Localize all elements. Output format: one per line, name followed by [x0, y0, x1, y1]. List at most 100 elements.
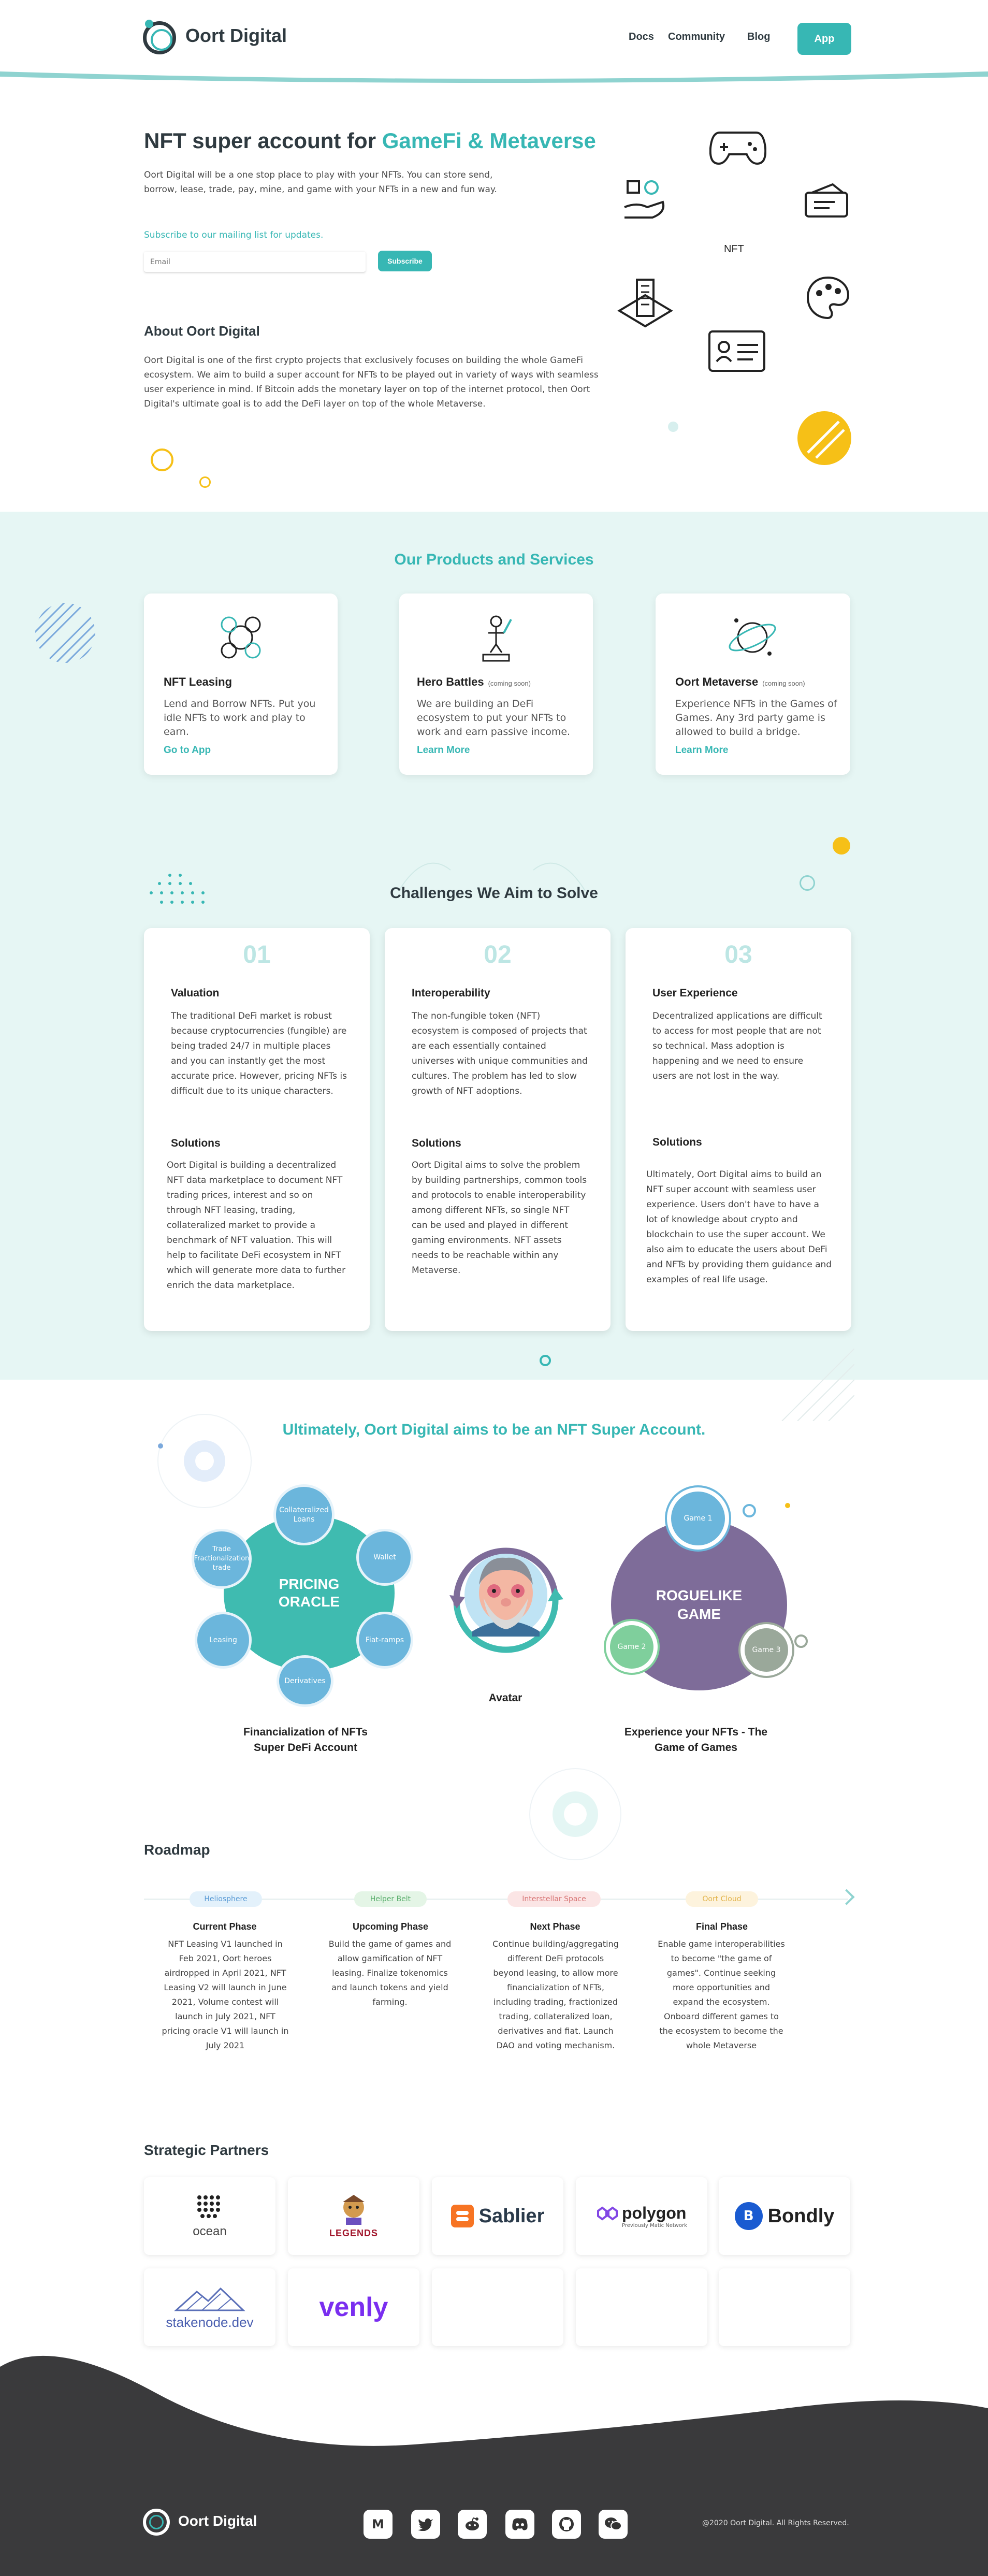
hero-description: Oort Digital will be a one stop place to… [144, 170, 497, 195]
phase-title: Final Phase [695, 1921, 748, 1932]
partner-legends[interactable]: LEGENDS [288, 2177, 419, 2255]
challenge-title: Interoperability [412, 987, 490, 999]
leasing-icon [221, 616, 261, 659]
phase-title: Next Phase [530, 1921, 580, 1932]
ticket-icon [805, 183, 848, 218]
footer-brand: Oort Digital [178, 2513, 257, 2529]
product-card-oort-metaverse: Oort Metaverse (coming soon) Experience N… [656, 594, 850, 775]
phase-title: Upcoming Phase [352, 1921, 429, 1932]
partner-polygon[interactable]: polygon Previously Matic Network [576, 2177, 707, 2255]
oracle-node-leasing: Leasing [195, 1612, 252, 1669]
oracle-node-wallet: Wallet [356, 1529, 413, 1586]
medium-icon[interactable]: M [364, 2510, 393, 2539]
phase-text: NFT Leasing V1 launched in Feb 2021, Oor… [162, 1939, 289, 2050]
challenge-card-interoperability: 02 Interoperability The non-fungible tok… [385, 928, 611, 1331]
challenge-title: User Experience [652, 987, 738, 999]
partner-name: venly [319, 2292, 388, 2322]
challenge-text: The non-fungible token (NFT) ecosystem i… [412, 1011, 588, 1096]
pricing-oracle-diagram: PRICING ORACLE Collateralized Loans Wall… [192, 1484, 425, 1707]
discord-icon[interactable] [505, 2510, 534, 2539]
legends-character-icon [342, 2194, 365, 2225]
learn-more-link[interactable]: Learn More [417, 745, 470, 756]
brand-name: Oort Digital [185, 25, 287, 46]
challenges-title: Challenges We Aim to Solve [390, 885, 598, 902]
solutions-label: Solutions [652, 1136, 702, 1148]
email-input[interactable] [144, 252, 366, 272]
challenge-card-user-experience: 03 User Experience Decentralized applica… [626, 928, 851, 1331]
partner-subtitle: Previously Matic Network [621, 2223, 688, 2228]
ocean-logo-icon [197, 2195, 220, 2218]
product-desc: We are building an DeFi ecosystem to put… [417, 698, 571, 737]
partner-sablier[interactable]: Sablier [432, 2177, 563, 2255]
about-title: About Oort Digital [144, 323, 260, 339]
solution-text: Oort Digital aims to solve the problem b… [412, 1160, 587, 1276]
hand-coins-icon [624, 180, 664, 219]
oracle-node-derivatives: Derivatives [277, 1655, 333, 1707]
product-card-hero-battles: Hero Battles (coming soon) We are buildin… [399, 594, 593, 775]
partner-placeholder [719, 2268, 850, 2346]
go-to-app-link[interactable]: Go to App [164, 745, 211, 756]
partner-stakenode[interactable]: stakenode.dev [144, 2268, 275, 2346]
solution-text: Oort Digital is building a decentralized… [167, 1160, 346, 1291]
game-node-2: Game 2 [606, 1621, 658, 1673]
product-title: Hero Battles (coming soon) [417, 675, 531, 688]
partner-venly[interactable]: venly [288, 2268, 419, 2346]
sablier-logo-icon [451, 2205, 474, 2227]
partner-ocean[interactable]: ocean [144, 2177, 275, 2255]
oracle-caption: Financialization of NFTs Super DeFi Acco… [243, 1726, 368, 1754]
nav-blog[interactable]: Blog [747, 31, 770, 43]
deco-circle [199, 476, 211, 488]
deco-hatched-circle [35, 603, 95, 663]
mailing-text: Subscribe to our mailing list for update… [144, 230, 324, 240]
deco-ring-circle [529, 1768, 621, 1860]
planet-icon [729, 618, 776, 656]
product-card-nft-leasing: NFT Leasing Lend and Borrow NFTs. Put yo… [144, 594, 338, 775]
subscribe-button[interactable]: Subscribe [378, 251, 432, 271]
oracle-node-trade-fractionalization: Trade Fractionalization trade [192, 1529, 252, 1589]
copyright-text: @2020 Oort Digital. All Rights Reserved. [702, 2519, 849, 2527]
game-diagram: ROGUELIKE GAME Game 1 Game 2 Game 3 [606, 1481, 823, 1694]
partner-placeholder [432, 2268, 563, 2346]
footer-logo[interactable]: Oort Digital [143, 2508, 278, 2539]
challenge-number: 01 [243, 941, 271, 968]
game-node-3: Game 3 [740, 1624, 792, 1676]
deco-lines [781, 1349, 854, 1421]
product-title: Oort Metaverse (coming soon) [675, 675, 805, 688]
game-caption: Experience your NFTs - The Game of Games [624, 1726, 768, 1754]
oracle-node-collateralized-loans: Collateralized Loans [273, 1484, 335, 1545]
nft-label: NFT [724, 243, 744, 255]
footer-wave [0, 2355, 988, 2576]
github-icon[interactable] [552, 2510, 581, 2539]
bondly-logo-icon: B [734, 2202, 763, 2230]
roadmap-title: Roadmap [144, 1842, 210, 1858]
building-icon [617, 279, 673, 328]
avatar-illustration [449, 1547, 563, 1653]
solution-text: Ultimately, Oort Digital aims to build a… [646, 1169, 832, 1285]
challenge-number: 03 [724, 941, 752, 968]
nav-community[interactable]: Community [668, 31, 725, 43]
roadmap-arrow-icon[interactable] [838, 1889, 855, 1905]
deco-circle [540, 1355, 551, 1366]
avatar-caption: Avatar [488, 1692, 522, 1704]
partner-bondly[interactable]: B Bondly [719, 2177, 850, 2255]
coming-soon-badge: (coming soon) [762, 679, 805, 687]
partner-name: stakenode.dev [166, 2314, 254, 2330]
phase-pill-helper-belt: Helper Belt [354, 1891, 427, 1907]
learn-more-link[interactable]: Learn More [675, 745, 728, 756]
challenge-text: Decentralized applications are difficult… [652, 1011, 822, 1081]
logo[interactable]: Oort Digital [143, 20, 309, 56]
challenge-card-valuation: 01 Valuation The traditional DeFi market… [144, 928, 370, 1331]
twitter-icon[interactable] [411, 2510, 440, 2539]
solutions-label: Solutions [171, 1137, 221, 1149]
partner-name: LEGENDS [329, 2227, 378, 2238]
reddit-icon[interactable] [458, 2510, 487, 2539]
wechat-icon[interactable] [599, 2510, 628, 2539]
deco-circle [151, 448, 173, 471]
partner-placeholder [576, 2268, 707, 2346]
phase-title: Current Phase [193, 1921, 257, 1932]
deco-dot [668, 422, 678, 432]
app-button[interactable]: App [797, 23, 851, 55]
nav-docs[interactable]: Docs [629, 31, 654, 43]
header-wave [0, 71, 988, 83]
partners-title: Strategic Partners [144, 2142, 269, 2158]
